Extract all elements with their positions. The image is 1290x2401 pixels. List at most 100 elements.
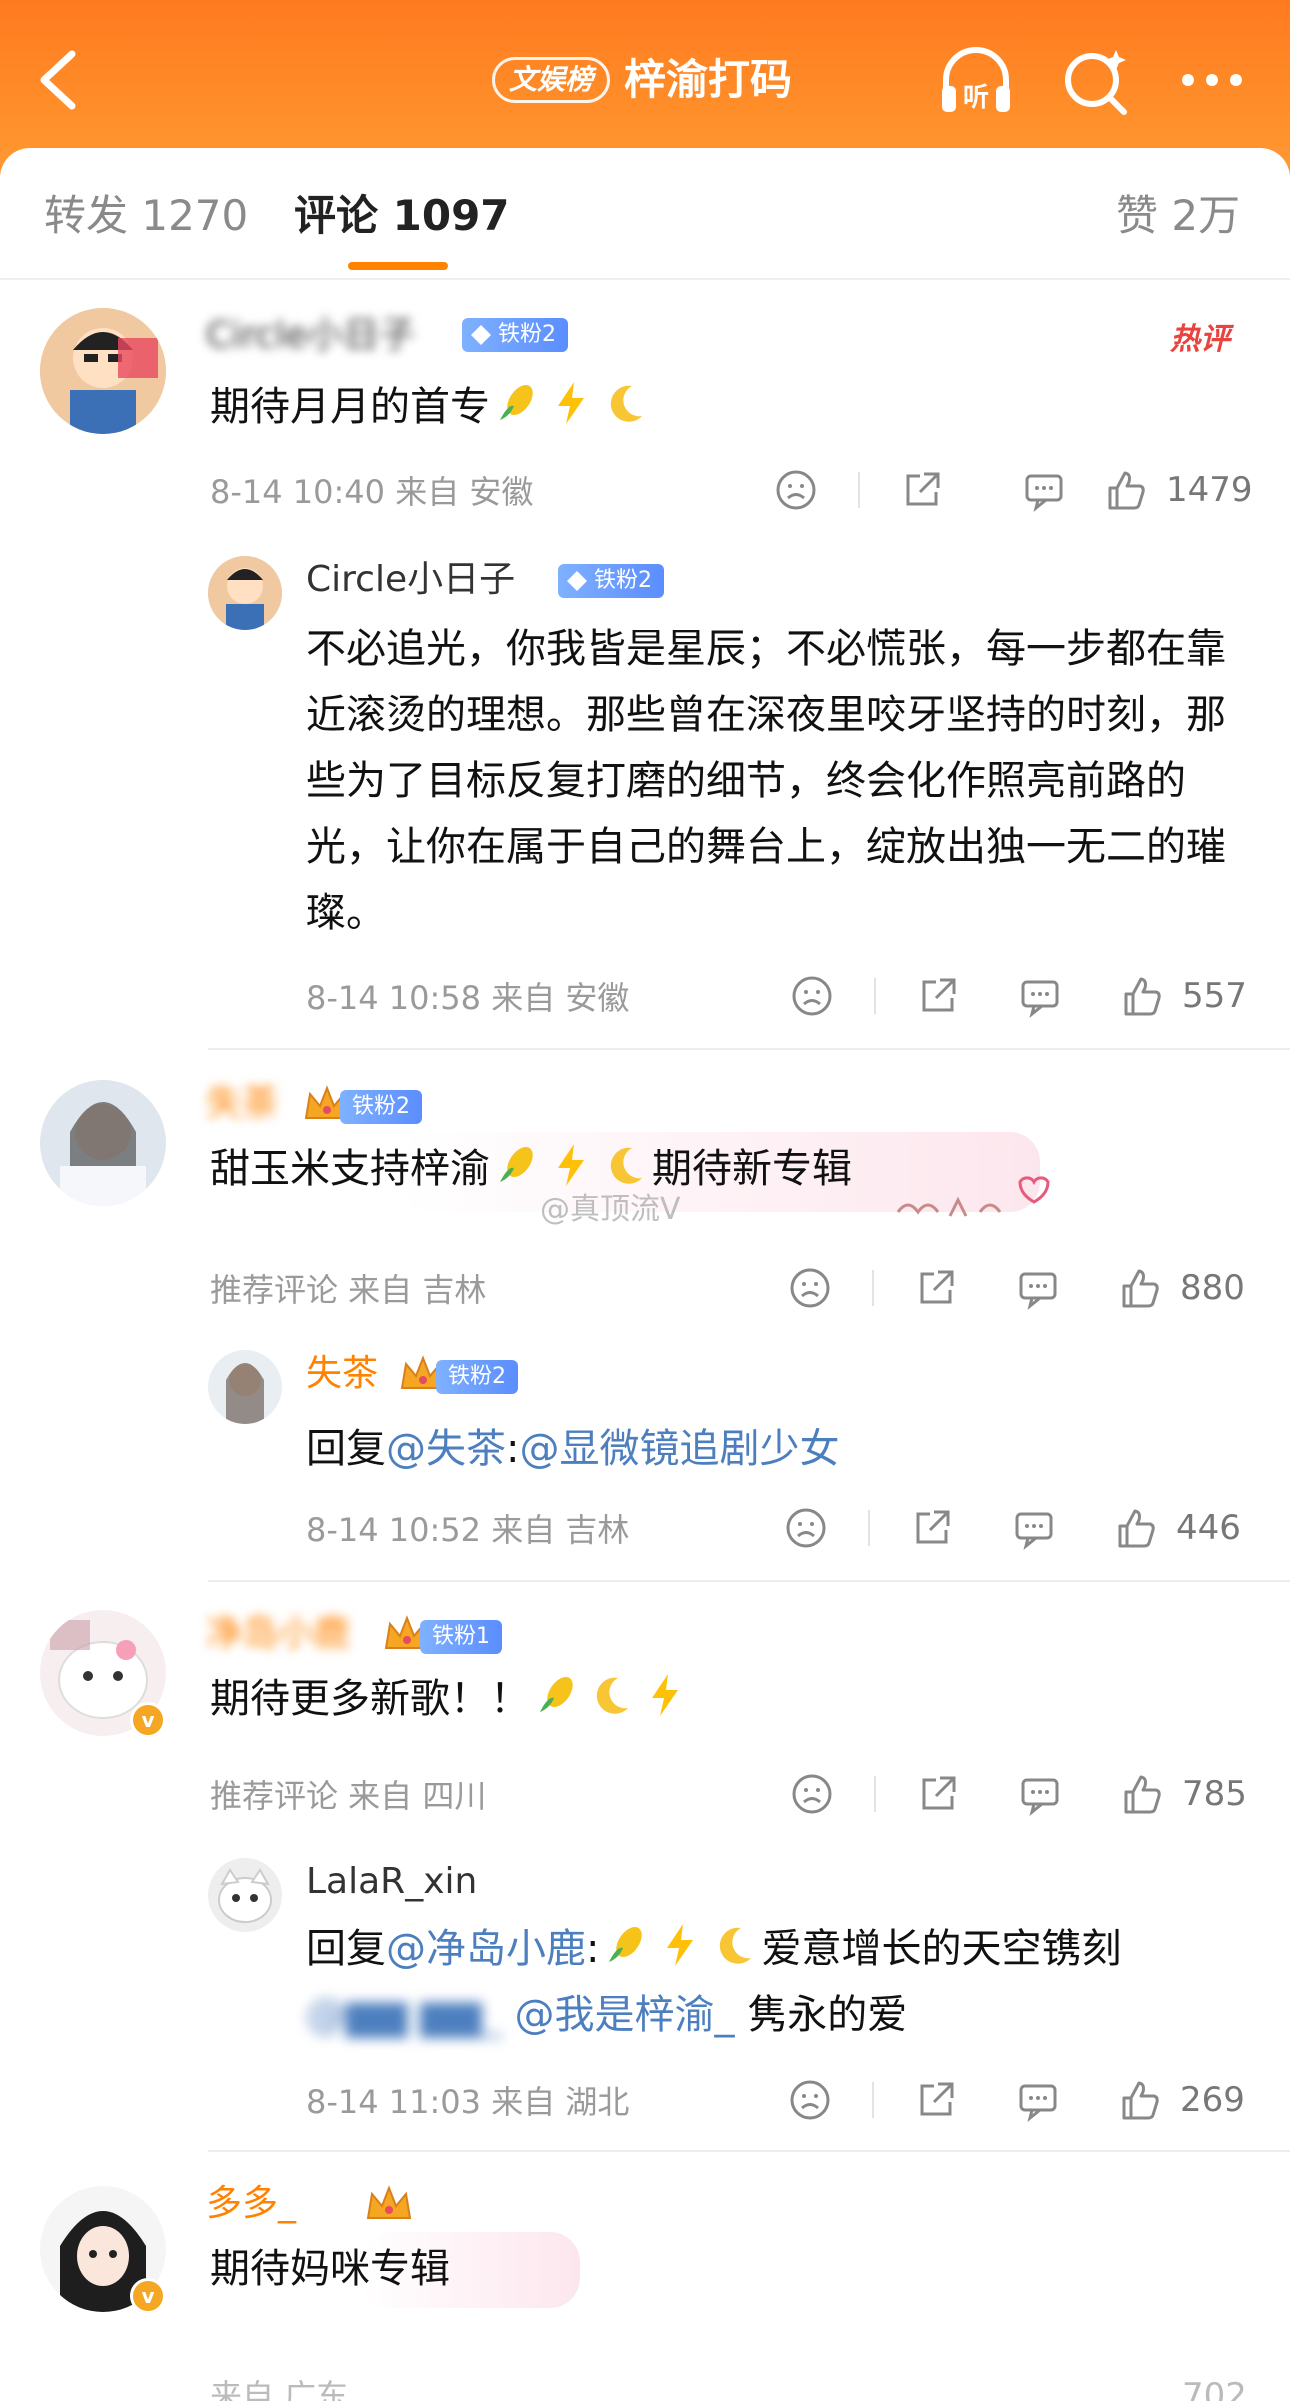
comment-text: 期待月月的首专 — [210, 374, 652, 440]
hands-heart-decoration-icon — [896, 1176, 1050, 1217]
moon-emoji-icon — [610, 1147, 642, 1184]
like-thumb-icon[interactable] — [1118, 2078, 1162, 2122]
verified-badge-icon: v — [130, 2278, 166, 2314]
verified-badge-icon: v — [130, 1702, 166, 1738]
reply-user-name[interactable]: 失茶 — [306, 1350, 378, 1398]
mention-link-redacted[interactable]: @▆▆ ▆▆_ — [306, 1982, 502, 2048]
comment-text: 期待更多新歌！！ — [210, 1666, 692, 1732]
reply-avatar[interactable] — [208, 1350, 282, 1424]
reply-text: 回复@净岛小鹿: 爱意增长的天空镌刻 — [306, 1916, 1121, 1982]
dislike-face-icon[interactable] — [774, 468, 818, 512]
reply-meta: 8-14 10:52 来自 吉林 — [306, 1511, 630, 1549]
fan-level-badge: 铁粉2 — [436, 1360, 518, 1394]
comment-divider — [208, 1048, 1290, 1050]
comment-divider — [208, 2150, 1290, 2152]
dislike-face-icon[interactable] — [788, 2078, 832, 2122]
hot-comment-badge: 热评 — [1170, 322, 1230, 357]
user-name[interactable]: 失茶 — [206, 1080, 278, 1128]
reply-avatar[interactable] — [208, 556, 282, 630]
comment-divider — [208, 1580, 1290, 1582]
tab-comments[interactable]: 评论 1097 — [294, 188, 510, 244]
user-name[interactable]: 多多_ — [206, 2180, 296, 2228]
tab-reposts[interactable]: 转发 1270 — [44, 188, 248, 244]
fan-level-badge: 铁粉2 — [340, 1090, 422, 1124]
diamond-icon — [567, 571, 587, 591]
comment-bubble-icon[interactable] — [1016, 2078, 1060, 2122]
lightning-emoji-icon — [652, 1674, 678, 1716]
comment-bubble-icon[interactable] — [1016, 1266, 1060, 1310]
moon-emoji-icon — [720, 1927, 752, 1964]
user-name[interactable]: 净岛小鹿 — [206, 1610, 350, 1658]
share-icon[interactable] — [916, 974, 960, 1018]
divider — [872, 2082, 874, 2118]
comment-bubble-icon[interactable] — [1022, 468, 1066, 512]
comment-text: 甜玉米支持梓渝 期待新专辑 — [210, 1136, 852, 1202]
more-menu-icon[interactable] — [1170, 40, 1254, 124]
reply-avatar[interactable] — [208, 1858, 282, 1932]
moon-emoji-icon — [596, 1677, 628, 1714]
corn-emoji-icon — [500, 1146, 533, 1182]
share-icon[interactable] — [914, 2078, 958, 2122]
divider — [868, 1510, 870, 1546]
dislike-face-icon[interactable] — [788, 1266, 832, 1310]
comment-bubble-icon[interactable] — [1012, 1506, 1056, 1550]
search-sparkle-icon[interactable] — [1054, 40, 1138, 124]
like-thumb-icon[interactable] — [1104, 468, 1148, 512]
divider — [872, 1270, 874, 1306]
reply-meta: 8-14 10:58 来自 安徽 — [306, 979, 630, 1017]
comment-text: 期待妈咪专辑 — [210, 2246, 450, 2292]
user-name[interactable]: Circle小日子 — [206, 312, 415, 360]
comment-meta: 推荐评论 来自 吉林 — [210, 1271, 487, 1309]
dislike-face-icon[interactable] — [784, 1506, 828, 1550]
crown-icon — [366, 2185, 412, 2219]
divider — [858, 472, 860, 508]
mention-link[interactable]: @失茶 — [386, 1426, 506, 1472]
listen-headphones-icon[interactable]: 听 — [934, 40, 1018, 124]
like-thumb-icon[interactable] — [1114, 1506, 1158, 1550]
like-thumb-icon[interactable] — [1120, 1772, 1164, 1816]
mention-link[interactable]: @显微镜追剧少女 — [519, 1426, 839, 1472]
active-tab-indicator — [348, 262, 448, 270]
comment-actions: 1479 — [770, 468, 1253, 518]
share-icon[interactable] — [916, 1772, 960, 1816]
lightning-emoji-icon — [667, 1924, 694, 1966]
like-count: 557 — [1182, 976, 1247, 1016]
dislike-face-icon[interactable] — [790, 1772, 834, 1816]
like-count: 269 — [1180, 2080, 1245, 2120]
like-count: 785 — [1182, 1774, 1247, 1814]
comment-actions: 880 — [788, 1266, 1250, 1316]
divider — [874, 1776, 876, 1812]
comment-bubble-icon[interactable] — [1018, 974, 1062, 1018]
comment-meta: 来自 广东 — [210, 2377, 349, 2401]
reply-user-name[interactable]: Circle小日子 — [306, 556, 515, 604]
like-count: 1479 — [1166, 470, 1253, 510]
tab-likes[interactable]: 赞 2万 — [1116, 188, 1240, 244]
diamond-icon — [471, 325, 491, 345]
dislike-face-icon[interactable] — [790, 974, 834, 1018]
like-thumb-icon[interactable] — [1120, 974, 1164, 1018]
divider — [874, 978, 876, 1014]
svg-text:听: 听 — [963, 83, 989, 113]
avatar[interactable] — [40, 1080, 166, 1206]
fan-level-badge: 铁粉1 — [420, 1620, 502, 1654]
reply-actions: 269 — [788, 2078, 1250, 2128]
like-count: 702 — [1182, 2376, 1247, 2401]
mention-link[interactable]: @净岛小鹿 — [386, 1926, 586, 1972]
ranking-brand-badge[interactable]: 文娱榜 — [492, 57, 611, 103]
mention-link[interactable]: @我是梓渝_ — [514, 1992, 734, 2038]
share-icon[interactable] — [914, 1266, 958, 1310]
comment-meta: 8-14 10:40 来自 安徽 — [210, 473, 534, 511]
corn-emoji-icon — [540, 1676, 573, 1712]
share-icon[interactable] — [900, 468, 944, 512]
corn-emoji-icon — [609, 1926, 643, 1962]
like-thumb-icon[interactable] — [1118, 1266, 1162, 1310]
avatar[interactable] — [40, 308, 166, 434]
lightning-emoji-icon — [558, 1144, 584, 1186]
watermark: @真顶流V — [540, 1192, 681, 1227]
share-icon[interactable] — [910, 1506, 954, 1550]
reply-actions: 446 — [784, 1506, 1250, 1556]
back-arrow-icon[interactable] — [30, 40, 90, 120]
comment-bubble-icon[interactable] — [1018, 1772, 1062, 1816]
like-count: 446 — [1176, 1508, 1241, 1548]
reply-user-name[interactable]: LalaR_xin — [306, 1858, 477, 1906]
